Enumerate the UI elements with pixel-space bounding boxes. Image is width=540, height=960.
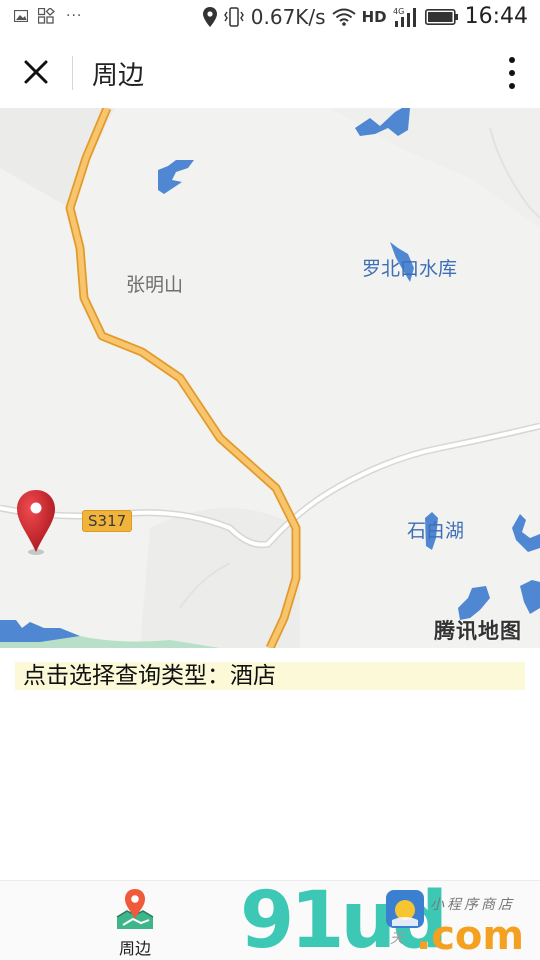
navigation-bar: 周边 [0,36,540,108]
location-marker[interactable] [15,488,57,556]
close-icon [24,60,48,84]
map-pin-icon [116,889,154,929]
nav-divider [72,56,73,90]
watermark: 91ud .com 小程序商店 天 [240,882,540,960]
status-more-dots: ··· [66,8,83,24]
signal-icon: 4G [393,7,416,27]
status-bar-left: ··· [14,8,82,24]
clock: 16:44 [464,4,528,29]
hd-indicator: HD [361,7,387,26]
map-view[interactable]: 张明山 罗北口水库 石白湖 S317 腾讯地图 [0,108,540,648]
image-icon [14,10,28,22]
tab-nearby-label: 周边 [118,939,151,958]
query-type-selector[interactable]: 点击选择查询类型：酒店 [15,662,525,690]
battery-icon [424,8,458,25]
wifi-icon [331,8,356,26]
map-canvas [0,108,540,648]
map-label-mountain: 张明山 [126,274,184,296]
close-button[interactable] [18,54,54,90]
page-title: 周边 [92,61,145,91]
status-bar-right: 0.67K/s HD 4G 16:44 [202,4,528,29]
app-screen: ··· 0.67K/s HD 4G 16:44 周边 张明山 罗北口水库 石白湖… [0,0,540,960]
watermark-slogan-2: 天 [390,931,404,947]
query-type-label: 点击选择查询类型：酒店 [23,663,276,689]
map-label-lake: 石白湖 [407,520,465,542]
status-bar: ··· 0.67K/s HD 4G 16:44 [0,0,540,36]
watermark-domain: .com [416,913,525,959]
location-icon [202,6,217,27]
road-number-badge: S317 [82,510,133,532]
tab-nearby[interactable]: 周边 [100,887,170,958]
map-pin-icon [17,490,55,555]
network-speed: 0.67K/s [250,4,326,29]
more-vertical-icon [509,57,515,89]
app-grid-icon [38,8,55,24]
signal-type-label: 4G [393,7,404,16]
map-provider-logo: 腾讯地图 [434,619,522,643]
vibrate-icon [223,6,244,27]
watermark-slogan: 小程序商店 [430,897,515,913]
more-options-button[interactable] [506,56,518,90]
map-label-reservoir: 罗北口水库 [362,258,458,280]
